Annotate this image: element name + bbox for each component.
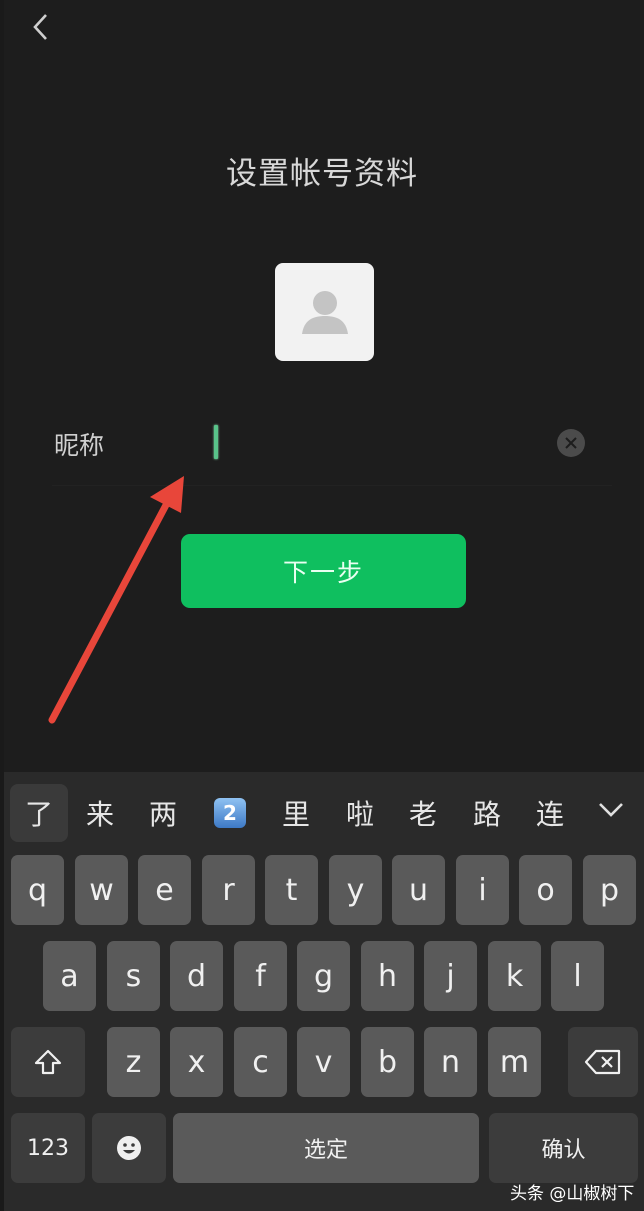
key-j[interactable]: j (424, 941, 477, 1011)
collapse-candidates-button[interactable] (591, 790, 631, 830)
key-q[interactable]: q (11, 855, 64, 925)
candidate-word[interactable]: 里 (267, 784, 325, 842)
shift-key[interactable] (11, 1027, 85, 1097)
backspace-key[interactable] (568, 1027, 638, 1097)
key-g[interactable]: g (297, 941, 350, 1011)
chevron-left-icon (33, 14, 47, 40)
candidate-word[interactable]: 两 (134, 784, 192, 842)
key-e[interactable]: e (138, 855, 191, 925)
candidate-emoji[interactable]: 2 (201, 784, 259, 842)
emoji-icon (117, 1136, 141, 1160)
text-caret (214, 425, 218, 459)
key-v[interactable]: v (297, 1027, 350, 1097)
key-m[interactable]: m (488, 1027, 541, 1097)
key-h[interactable]: h (361, 941, 414, 1011)
back-button[interactable] (26, 12, 56, 42)
key-p[interactable]: p (583, 855, 636, 925)
candidate-word[interactable]: 老 (394, 784, 452, 842)
key-a[interactable]: a (43, 941, 96, 1011)
candidate-word[interactable]: 啦 (331, 784, 389, 842)
space-key[interactable]: 选定 (173, 1113, 479, 1183)
page-title: 设置帐号资料 (226, 156, 418, 192)
app-screen (4, 0, 644, 772)
nickname-input[interactable] (200, 418, 540, 466)
shift-icon (34, 1049, 62, 1075)
clear-button[interactable] (557, 429, 585, 457)
key-l[interactable]: l (551, 941, 604, 1011)
candidate-bar: 了 来 两 2 里 啦 老 路 连 (4, 772, 644, 854)
close-icon (565, 437, 577, 449)
next-button[interactable]: 下一步 (181, 534, 466, 608)
candidate-word[interactable]: 了 (10, 784, 68, 842)
key-n[interactable]: n (424, 1027, 477, 1097)
avatar-upload[interactable] (275, 263, 374, 361)
candidate-word[interactable]: 来 (71, 784, 129, 842)
key-t[interactable]: t (265, 855, 318, 925)
key-s[interactable]: s (107, 941, 160, 1011)
key-d[interactable]: d (170, 941, 223, 1011)
key-x[interactable]: x (170, 1027, 223, 1097)
key-c[interactable]: c (234, 1027, 287, 1097)
key-i[interactable]: i (456, 855, 509, 925)
watermark: 头条 @山椒树下 (510, 1184, 635, 1204)
key-f[interactable]: f (234, 941, 287, 1011)
key-w[interactable]: w (75, 855, 128, 925)
key-u[interactable]: u (392, 855, 445, 925)
emoji-key[interactable] (92, 1113, 166, 1183)
confirm-key[interactable]: 确认 (489, 1113, 638, 1183)
nickname-label: 昵称 (54, 431, 105, 460)
numbers-key[interactable]: 123 (11, 1113, 85, 1183)
default-user-icon (301, 291, 348, 334)
key-o[interactable]: o (519, 855, 572, 925)
candidate-word[interactable]: 连 (521, 784, 579, 842)
keyboard: 了 来 两 2 里 啦 老 路 连 q w e r t y u i o p a … (4, 772, 644, 1211)
backspace-icon (584, 1049, 621, 1075)
chevron-down-icon (599, 803, 623, 817)
key-k[interactable]: k (488, 941, 541, 1011)
key-r[interactable]: r (202, 855, 255, 925)
field-divider (52, 485, 612, 486)
key-b[interactable]: b (361, 1027, 414, 1097)
key-y[interactable]: y (329, 855, 382, 925)
candidate-word[interactable]: 路 (458, 784, 516, 842)
key-z[interactable]: z (107, 1027, 160, 1097)
